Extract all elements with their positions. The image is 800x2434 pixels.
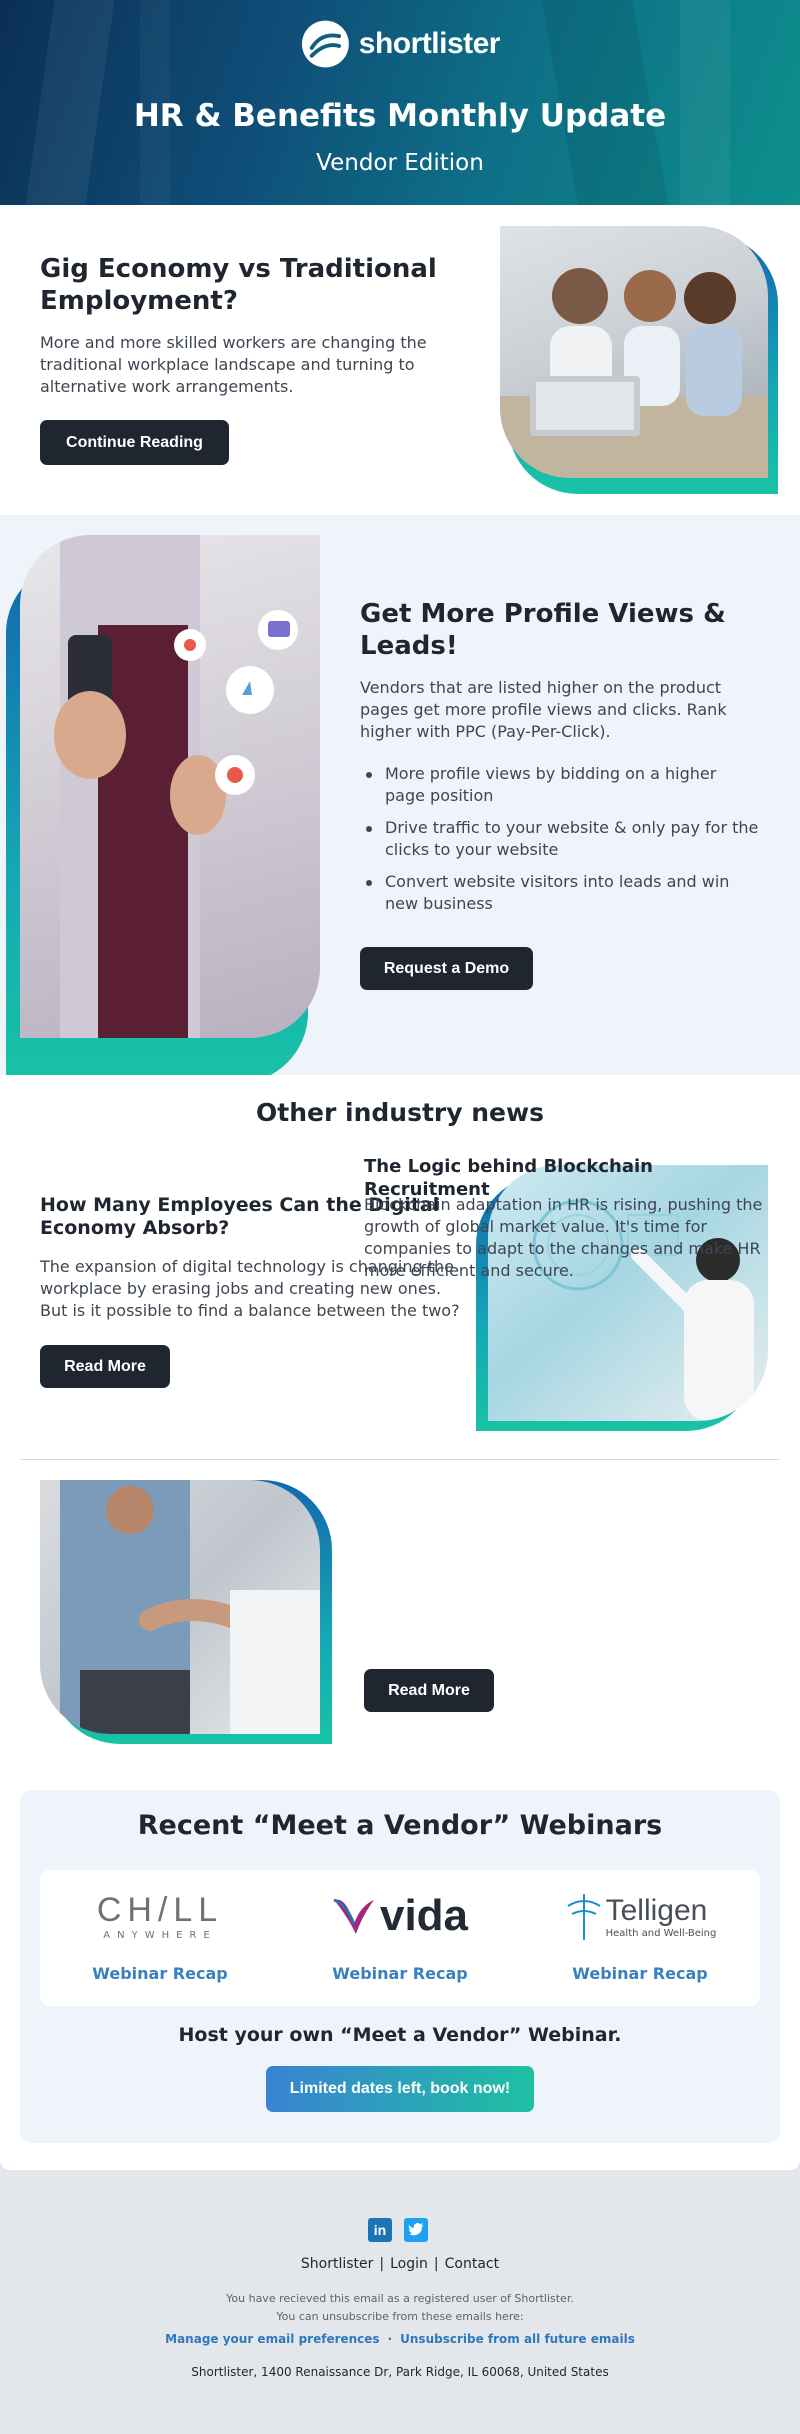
company-address: Shortlister, 1400 Renaissance Dr, Park R… — [191, 2365, 609, 2379]
header-banner: shortlister HR & Benefits Monthly Update… — [0, 0, 800, 205]
news-heading: Other industry news — [256, 1098, 544, 1127]
vendor-logos-card: CH/LL ANYWHERE Webinar Recap vida Webina… — [40, 1870, 760, 2006]
shortlister-logo-icon — [301, 20, 349, 68]
news-body: Blockchain adaptation in HR is rising, p… — [364, 1195, 763, 1280]
email-page: shortlister HR & Benefits Monthly Update… — [0, 0, 800, 2434]
manage-preferences-link[interactable]: Manage your email preferences — [165, 2332, 379, 2346]
vida-logo[interactable]: vida — [300, 1880, 500, 1952]
list-item: More profile views by bidding on a highe… — [360, 763, 760, 807]
telligen-logo[interactable]: Telligen Health and Well-Being — [540, 1880, 740, 1952]
feature-title: Get More Profile Views & Leads! — [360, 599, 726, 661]
vida-icon — [333, 1898, 374, 1934]
chill-logo[interactable]: CH/LL ANYWHERE — [60, 1880, 260, 1952]
webinars-section: Recent “Meet a Vendor” Webinars CH/LL AN… — [20, 1790, 780, 2143]
read-more-button[interactable]: Read More — [40, 1345, 170, 1388]
webinar-recap-link[interactable]: Webinar Recap — [40, 1964, 280, 1983]
brand-name: shortlister — [358, 27, 501, 60]
linkedin-icon[interactable]: in — [368, 2218, 392, 2242]
newsletter-subtitle: Vendor Edition — [316, 150, 484, 176]
webinars-heading: Recent “Meet a Vendor” Webinars — [137, 1810, 663, 1841]
unsubscribe-notice: You can unsubscribe from these emails he… — [276, 2310, 524, 2323]
host-webinar-text: Host your own “Meet a Vendor” Webinar. — [178, 2024, 622, 2046]
vendor-vida: vida Webinar Recap — [280, 1870, 520, 2006]
webinar-recap-link[interactable]: Webinar Recap — [280, 1964, 520, 1983]
feature-gig-economy: Gig Economy vs Traditional Employment? M… — [0, 205, 800, 515]
contact-link[interactable]: Contact — [445, 2256, 499, 2272]
continue-reading-button[interactable]: Continue Reading — [40, 420, 229, 465]
list-item: Drive traffic to your website & only pay… — [360, 817, 760, 861]
feature-body: Vendors that are listed higher on the pr… — [360, 678, 727, 741]
news-divider — [20, 1459, 780, 1460]
feature-photo[interactable] — [500, 226, 780, 496]
webinar-recap-link[interactable]: Webinar Recap — [520, 1964, 760, 1983]
email-preferences: Manage your email preferences · Unsubscrib… — [165, 2332, 635, 2346]
registration-notice: You have recieved this email as a regist… — [226, 2292, 574, 2305]
newsletter-title: HR & Benefits Monthly Update — [133, 98, 667, 134]
social-links: in — [368, 2218, 432, 2242]
list-item: Convert website visitors into leads and … — [360, 871, 760, 915]
request-demo-button[interactable]: Request a Demo — [360, 947, 533, 990]
feature-body: More and more skilled workers are changi… — [40, 333, 427, 396]
benefit-list: More profile views by bidding on a highe… — [360, 763, 760, 925]
feature-profile-views: Get More Profile Views & Leads! Vendors … — [0, 515, 800, 1083]
smartphone-social-image — [20, 535, 320, 1038]
read-more-button[interactable]: Read More — [364, 1669, 494, 1712]
industry-news: Other industry news How Many Employees C… — [0, 1075, 800, 1790]
shortlister-link[interactable]: Shortlister — [301, 2256, 374, 2272]
login-link[interactable]: Login — [390, 2256, 428, 2272]
feature-photo[interactable] — [6, 535, 320, 1083]
book-webinar-button[interactable]: Limited dates left, book now! — [266, 2066, 534, 2112]
unsubscribe-link[interactable]: Unsubscribe from all future emails — [400, 2332, 635, 2346]
vendor-telligen: Telligen Health and Well-Being Webinar R… — [520, 1870, 760, 2006]
news-photo[interactable] — [40, 1480, 332, 1744]
shortlister-logo[interactable]: shortlister — [300, 18, 501, 70]
coworkers-laptop-image — [500, 226, 768, 478]
telligen-icon — [567, 1894, 601, 1940]
twitter-icon[interactable] — [404, 2218, 428, 2242]
handshake-image — [40, 1480, 320, 1734]
feature-title: Gig Economy vs Traditional Employment? — [40, 254, 437, 316]
footer-nav: Shortlister | Login | Contact — [300, 2256, 500, 2272]
vendor-chill: CH/LL ANYWHERE Webinar Recap — [40, 1870, 280, 2006]
footer: in Shortlister | Login | Contact You have re… — [0, 2170, 800, 2434]
